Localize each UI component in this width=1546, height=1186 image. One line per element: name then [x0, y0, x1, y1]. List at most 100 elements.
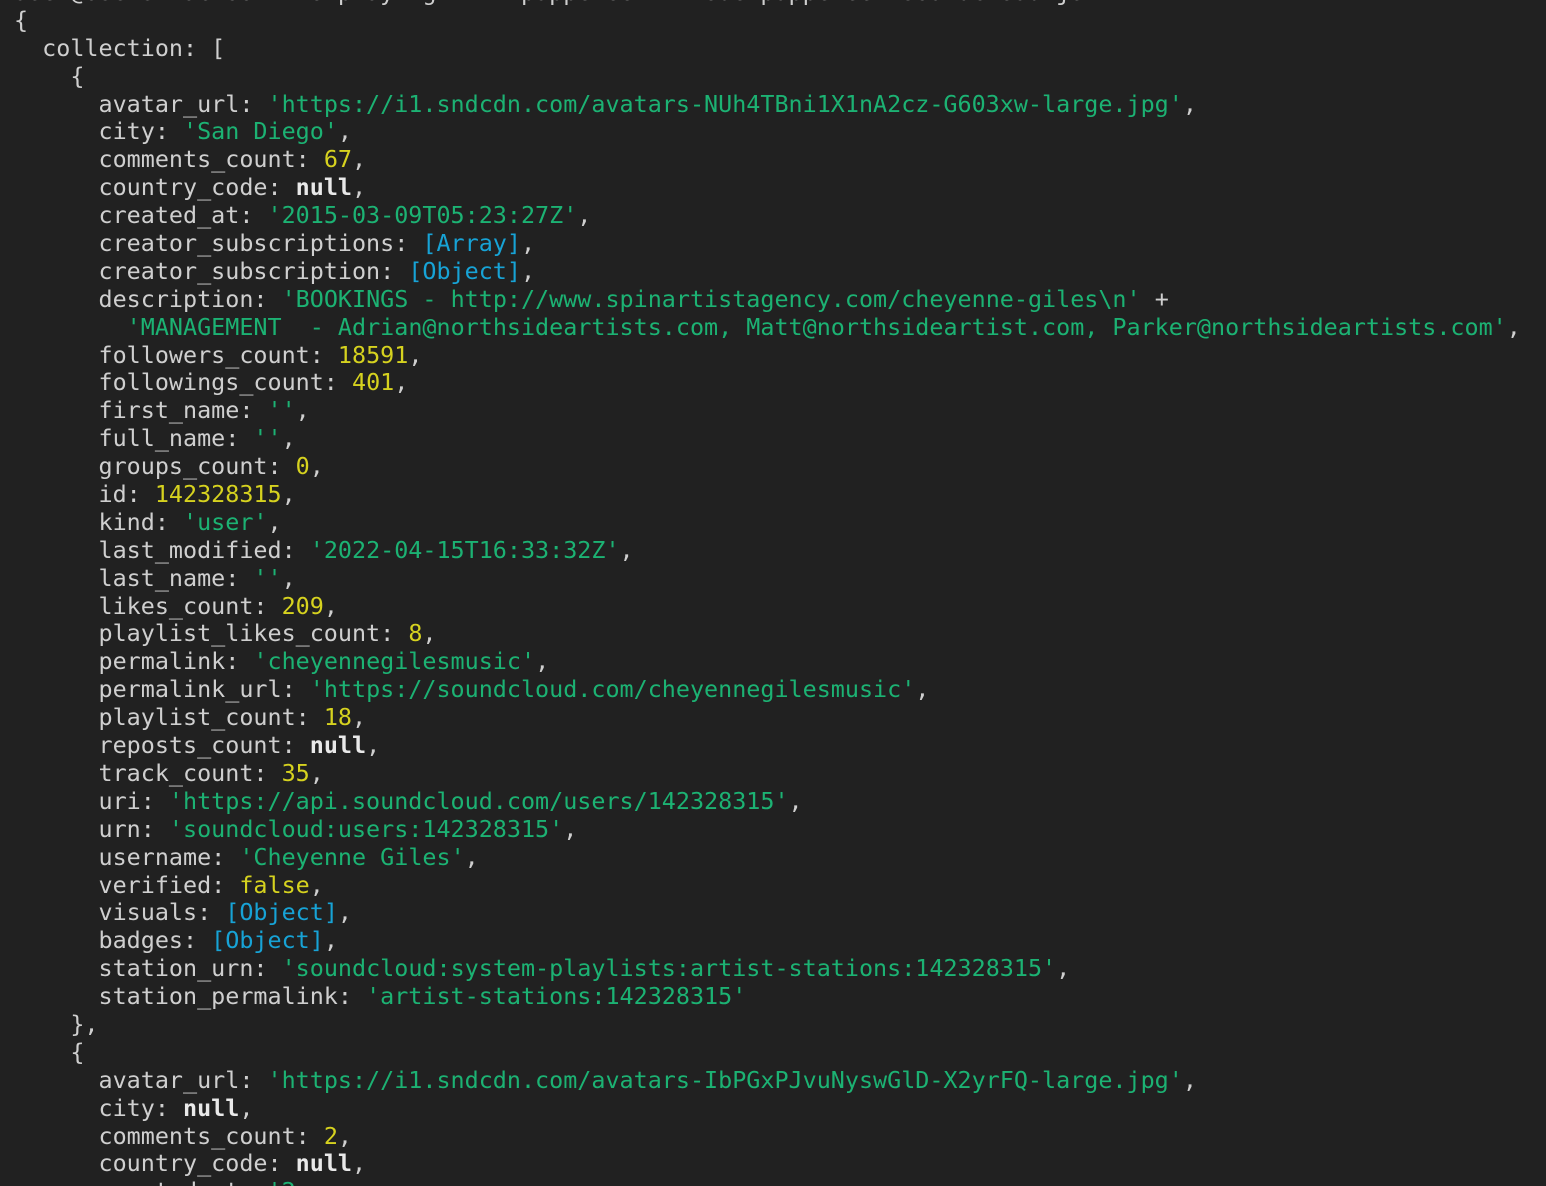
token-number: 0 [296, 452, 310, 480]
token-plain: , [521, 257, 535, 285]
terminal-line: { [14, 7, 1546, 35]
token-plain: , [239, 1094, 253, 1122]
token-string: '2 [267, 1177, 295, 1186]
terminal-line: station_permalink: 'artist-stations:1423… [14, 983, 1546, 1011]
terminal-line: creator_subscription: [Object], [14, 258, 1546, 286]
token-plain: country_code: [14, 173, 296, 201]
terminal-line: city: null, [14, 1095, 1546, 1123]
token-string: 'https://i1.sndcdn.com/avatars-IbPGxPJvu… [267, 1066, 1182, 1094]
token-string: 'San Diego' [183, 117, 338, 145]
token-plain: city: [14, 1094, 183, 1122]
token-plain: , [310, 871, 324, 899]
token-object-ref: [Object] [225, 898, 338, 926]
terminal-line: full_name: '', [14, 425, 1546, 453]
token-plain: full_name: [14, 424, 253, 452]
terminal-line: track_count: 35, [14, 760, 1546, 788]
token-plain: playlist_count: [14, 703, 324, 731]
token-plain: , [324, 592, 338, 620]
terminal-line: permalink: 'cheyennegilesmusic', [14, 648, 1546, 676]
token-string: 'user' [183, 508, 268, 536]
token-object-ref: [Array] [422, 229, 521, 257]
token-plain: , [915, 675, 929, 703]
token-plain: , [1183, 90, 1197, 118]
terminal-output: user@Users-MacBook-Pro playing-with-pupp… [0, 0, 1546, 1186]
token-plain: city: [14, 117, 183, 145]
token-plain: likes_count: [14, 592, 282, 620]
prompt-line-clipped: user@Users-MacBook-Pro playing-with-pupp… [14, 0, 1546, 7]
token-plain: , [352, 145, 366, 173]
token-plain: created_at: [14, 1177, 267, 1186]
terminal-line: { [14, 1039, 1546, 1067]
token-null: null [310, 731, 366, 759]
terminal-line: likes_count: 209, [14, 593, 1546, 621]
token-null: null [183, 1094, 239, 1122]
token-string: 'https://i1.sndcdn.com/avatars-NUh4TBni1… [267, 90, 1182, 118]
token-plain: , [282, 564, 296, 592]
token-null: null [296, 1149, 352, 1177]
terminal-line: urn: 'soundcloud:users:142328315', [14, 816, 1546, 844]
token-number: 18591 [338, 341, 408, 369]
token-string: '' [253, 424, 281, 452]
terminal-line: groups_count: 0, [14, 453, 1546, 481]
token-plain: kind: [14, 508, 183, 536]
token-plain: badges: [14, 926, 211, 954]
token-string: 'cheyennegilesmusic' [253, 647, 535, 675]
token-plain: verified: [14, 871, 239, 899]
terminal-line: playlist_likes_count: 8, [14, 620, 1546, 648]
token-plain [14, 313, 127, 341]
token-plain: visuals: [14, 898, 225, 926]
token-plain: creator_subscriptions: [14, 229, 422, 257]
token-plain: first_name: [14, 396, 267, 424]
token-string: '' [267, 396, 295, 424]
token-number: 8 [408, 619, 422, 647]
terminal-line: description: 'BOOKINGS - http://www.spin… [14, 286, 1546, 314]
token-plain: , [535, 647, 549, 675]
terminal-line: username: 'Cheyenne Giles', [14, 844, 1546, 872]
token-plain: , [352, 1149, 366, 1177]
terminal-line: avatar_url: 'https://i1.sndcdn.com/avata… [14, 1067, 1546, 1095]
token-plain: creator_subscription: [14, 257, 408, 285]
token-plain: id: [14, 480, 155, 508]
token-plain: { [14, 62, 84, 90]
token-string: 'BOOKINGS - http://www.spinartistagency.… [282, 285, 1141, 313]
token-number: 142328315 [155, 480, 282, 508]
terminal-line: comments_count: 67, [14, 146, 1546, 174]
token-plain: description: [14, 285, 282, 313]
terminal-line: comments_count: 2, [14, 1123, 1546, 1151]
terminal-window: user@Users-MacBook-Pro playing-with-pupp… [0, 0, 1546, 1186]
token-string: 'artist-stations:142328315' [366, 982, 746, 1010]
token-number: 18 [324, 703, 352, 731]
token-plain: , [366, 731, 380, 759]
token-string: '2015-03-09T05:23:27Z' [267, 201, 577, 229]
token-plain: , [1056, 954, 1070, 982]
token-plain: , [1507, 313, 1521, 341]
terminal-line: country_code: null, [14, 174, 1546, 202]
token-plain: created_at: [14, 201, 267, 229]
token-string: '2022-04-15T16:33:32Z' [310, 536, 620, 564]
terminal-line: created_at: '2 [14, 1178, 1546, 1186]
token-plain: , [324, 926, 338, 954]
terminal-line: visuals: [Object], [14, 899, 1546, 927]
token-plain: playlist_likes_count: [14, 619, 408, 647]
token-plain: , [408, 341, 422, 369]
token-plain: permalink: [14, 647, 253, 675]
terminal-line: collection: [ [14, 35, 1546, 63]
token-plain: , [352, 703, 366, 731]
token-string: '' [253, 564, 281, 592]
token-plain: country_code: [14, 1149, 296, 1177]
token-plain: , [282, 480, 296, 508]
token-plain: last_name: [14, 564, 253, 592]
token-plain: , [563, 815, 577, 843]
token-plain: , [310, 452, 324, 480]
terminal-line: first_name: '', [14, 397, 1546, 425]
token-plain: , [338, 898, 352, 926]
token-plain: , [296, 396, 310, 424]
token-plain: }, [14, 1010, 99, 1038]
token-plain: { [14, 1038, 84, 1066]
token-plain: , [310, 759, 324, 787]
terminal-line: verified: false, [14, 872, 1546, 900]
terminal-line: country_code: null, [14, 1150, 1546, 1178]
token-plain: , [620, 536, 634, 564]
token-plain: permalink_url: [14, 675, 310, 703]
terminal-line: creator_subscriptions: [Array], [14, 230, 1546, 258]
